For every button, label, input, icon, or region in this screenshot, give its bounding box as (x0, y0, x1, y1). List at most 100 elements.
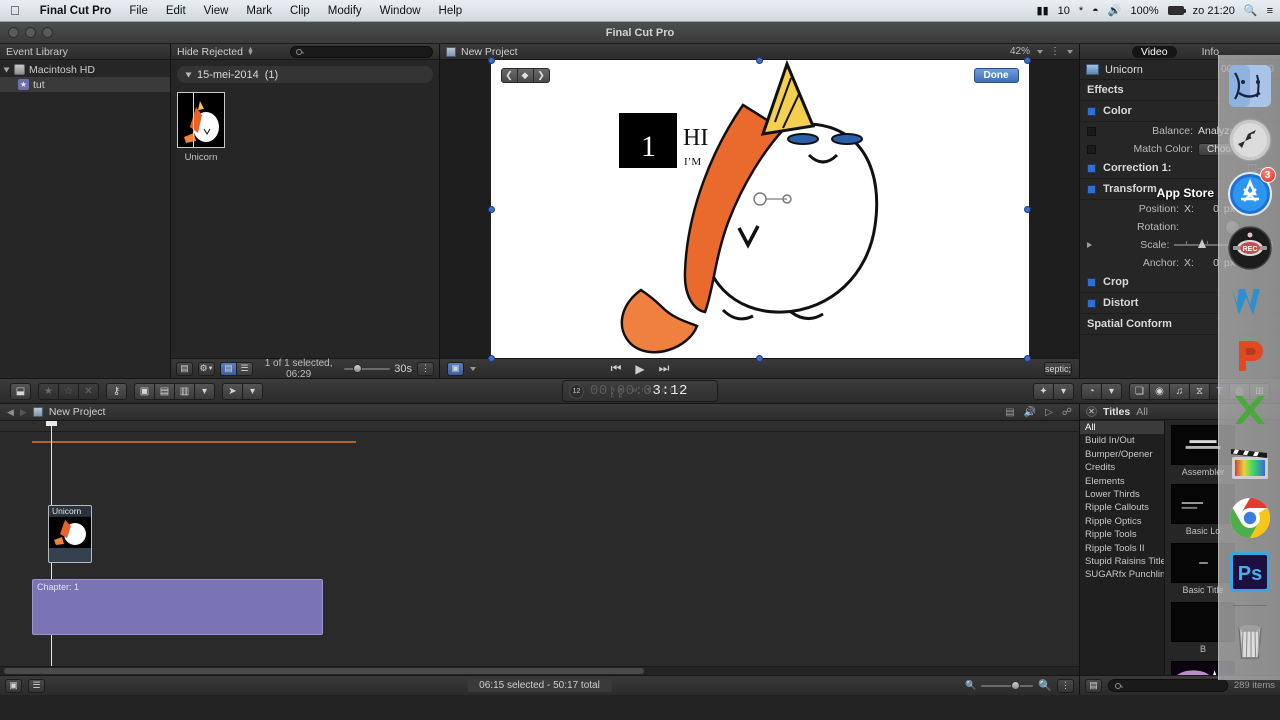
category-ripple-optics[interactable]: Ripple Optics (1080, 515, 1164, 528)
balance-enable-checkbox[interactable] (1087, 126, 1096, 136)
insert-clip-button[interactable]: ▤ (154, 382, 175, 400)
browser-date-group[interactable]: 15-mei-2014 (1) (177, 66, 433, 83)
category-sugarfx-punchline[interactable]: SUGARfx Punchline (1080, 568, 1164, 581)
timeline-clip-unicorn[interactable]: Unicorn (48, 505, 92, 563)
fit-to-window-icon[interactable]: ▣ (447, 361, 464, 376)
timeline-canvas[interactable]: Unicorn Chapter: 1 (0, 421, 1079, 675)
zoom-out-icon[interactable]: 🔍 (965, 680, 976, 691)
category-credits[interactable]: Credits (1080, 461, 1164, 474)
menu-edit[interactable]: Edit (157, 5, 195, 17)
unrate-button[interactable]: ☆ (58, 382, 79, 400)
connect-clip-button[interactable]: ▣ (134, 382, 155, 400)
prev-keyframe-button[interactable]: ❮ (500, 68, 518, 83)
clip-duration-slider[interactable]: 30s (344, 363, 412, 375)
anchor-x-value[interactable]: 0 (1199, 257, 1219, 269)
hide-rejected-label[interactable]: Hide Rejected (177, 46, 243, 58)
search-icon[interactable]: 🔍 (1244, 4, 1258, 17)
favorite-button[interactable]: ★ (38, 382, 59, 400)
menu-final-cut-pro[interactable]: Final Cut Pro (31, 5, 121, 17)
wifi-icon[interactable]: ◓ (1092, 5, 1099, 17)
photos-browser-button[interactable]: ◉ (1149, 382, 1170, 400)
distort-enable-checkbox[interactable] (1087, 298, 1096, 308)
tool-select-button[interactable]: ➤ (222, 382, 243, 400)
volume-icon[interactable]: 🔊 (1108, 4, 1122, 17)
play-icon[interactable]: ▶ (635, 362, 644, 376)
transform-handle-left[interactable] (487, 206, 495, 213)
tab-video[interactable]: Video (1131, 45, 1177, 58)
filter-stepper-icon[interactable]: ▲ ▼ (247, 46, 254, 57)
retime-chevron-down-icon[interactable]: ▾ (1053, 382, 1074, 400)
crop-enable-checkbox[interactable] (1087, 277, 1096, 287)
slider-knob[interactable] (353, 363, 363, 373)
position-x-value[interactable]: 0 (1199, 203, 1219, 215)
timeline-index-icon[interactable]: ▣ (5, 678, 22, 693)
effects-browser-button[interactable]: ❏ (1129, 382, 1150, 400)
menu-help[interactable]: Help (430, 5, 472, 17)
category-elements[interactable]: Elements (1080, 475, 1164, 488)
category-ripple-callouts[interactable]: Ripple Callouts (1080, 501, 1164, 514)
close-icon[interactable]: ✕ (1086, 406, 1097, 417)
menu-modify[interactable]: Modify (319, 5, 371, 17)
transform-handle-bottom[interactable] (755, 355, 763, 362)
transitions-browser-button[interactable]: ⧖ (1189, 382, 1210, 400)
go-to-start-icon[interactable]: ⏮ (611, 361, 622, 376)
timeline-history-forward-icon[interactable]: ▶ (20, 407, 27, 418)
gear-icon[interactable]: ⚙ ▼ (198, 361, 215, 376)
timecode-display[interactable]: 12 00:00:03:12 HR MIN SEC FR (562, 380, 718, 402)
microsoft-word-icon[interactable] (1225, 277, 1275, 327)
transform-enable-checkbox[interactable] (1087, 184, 1096, 194)
transform-handle-top-left[interactable] (487, 57, 495, 64)
edit-options-chevron-down-icon[interactable]: ▾ (194, 382, 215, 400)
zoom-in-icon[interactable]: 🔍 (1038, 679, 1052, 692)
photoshop-icon[interactable]: Ps (1225, 547, 1275, 597)
menu-file[interactable]: File (120, 5, 157, 17)
fullscreen-icon[interactable]: septic; (1043, 361, 1072, 376)
scrollbar-thumb[interactable] (4, 668, 644, 674)
list-view-icon[interactable]: ☰ (236, 361, 253, 376)
finder-icon[interactable] (1225, 61, 1275, 111)
timeline-clip-chapter[interactable]: Chapter: 1 (32, 579, 323, 635)
import-media-button[interactable]: ⬓ (10, 382, 31, 400)
disclosure-triangle-icon[interactable] (1087, 242, 1092, 248)
menu-view[interactable]: View (195, 5, 238, 17)
match-color-enable-checkbox[interactable] (1087, 144, 1096, 154)
timecode-digits[interactable]: 00:00:03:12 HR MIN SEC FR (590, 383, 688, 400)
disclosure-triangle-icon[interactable] (185, 72, 192, 77)
disclosure-triangle-icon[interactable] (3, 67, 10, 72)
library-item-tut[interactable]: ★ tut (0, 77, 170, 92)
timeline-ruler[interactable] (0, 421, 1079, 432)
go-to-end-icon[interactable]: ⏭ (659, 361, 670, 376)
music-browser-button[interactable]: ♫ (1169, 382, 1190, 400)
timeline-history-back-icon[interactable]: ◀ (7, 407, 14, 418)
clip-appearance-icon[interactable]: ▤ (1005, 407, 1014, 418)
viewer-canvas[interactable]: 1 HI I’M ❮ ◆ ❯ Done (487, 57, 1031, 362)
category-bumper-opener[interactable]: Bumper/Opener (1080, 448, 1164, 461)
done-button[interactable]: Done (973, 68, 1019, 83)
transform-handle-bottom-left[interactable] (487, 355, 495, 362)
microsoft-excel-icon[interactable] (1225, 385, 1275, 435)
reject-button[interactable]: ✕ (78, 382, 99, 400)
app-store-icon[interactable]: 3 (1225, 167, 1276, 219)
snapping-icon[interactable]: ☍ (1062, 407, 1072, 418)
launchpad-icon[interactable] (1225, 115, 1275, 165)
category-build-in-out[interactable]: Build In/Out (1080, 434, 1164, 447)
clip-appearance-options-icon[interactable]: ⋮ (1057, 678, 1074, 693)
transform-handle-top[interactable] (755, 57, 763, 64)
category-ripple-tools[interactable]: Ripple Tools (1080, 528, 1164, 541)
microsoft-powerpoint-icon[interactable] (1225, 331, 1275, 381)
final-cut-pro-icon[interactable] (1225, 439, 1275, 489)
enhancements-button[interactable]: ◔ (1081, 382, 1102, 400)
tool-chevron-down-icon[interactable]: ▾ (242, 382, 263, 400)
scale-slider-knob[interactable] (1198, 239, 1207, 248)
audio-skimming-icon[interactable]: 🔊 (1024, 407, 1036, 418)
filmstrip-view-icon[interactable]: ▤ (220, 361, 237, 376)
zoom-slider-knob[interactable] (1011, 680, 1021, 690)
menu-window[interactable]: Window (371, 5, 430, 17)
correction-enable-checkbox[interactable] (1087, 163, 1096, 173)
transform-handle-bottom-right[interactable] (1023, 355, 1031, 362)
browser-clip-unicorn[interactable]: Unicorn (177, 92, 225, 163)
keyword-editor-button[interactable]: ⚷ (106, 382, 127, 400)
color-enable-checkbox[interactable] (1087, 106, 1096, 116)
trash-icon[interactable] (1225, 614, 1275, 664)
transform-handle-top-right[interactable] (1023, 57, 1031, 64)
